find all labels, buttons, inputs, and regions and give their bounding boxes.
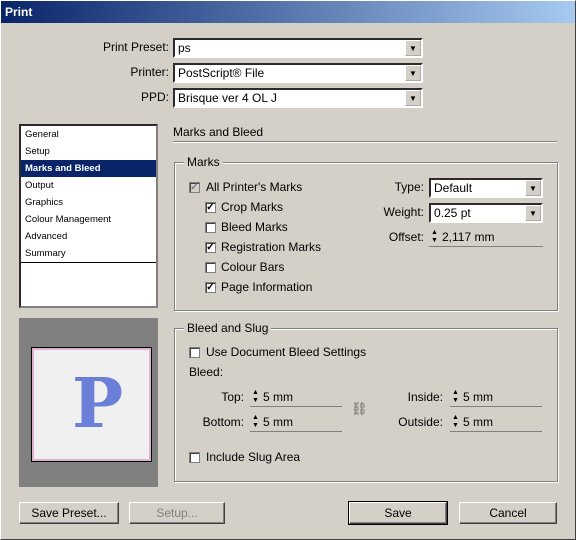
colour-bars-label: Colour Bars [221,260,285,274]
page-information-label: Page Information [221,280,313,294]
all-printers-marks-checkbox[interactable]: ✓ [189,182,200,193]
crop-marks-label: Crop Marks [221,200,284,214]
chevron-down-icon: ▼ [525,180,541,196]
inside-bleed-stepper[interactable]: ▲ ▼ 5 mm [450,387,542,407]
bottom-bleed-value: 5 mm [263,415,293,429]
chevron-down-icon: ▼ [405,65,421,81]
list-divider [21,262,156,263]
bottom-label: Bottom: [202,415,244,429]
colour-bars-checkbox[interactable] [205,262,216,273]
chain-link-icon[interactable]: ⛓ [351,401,368,417]
print-preset-value: ps [178,41,191,55]
printer-value: PostScript® File [178,66,265,80]
section-divider [173,141,557,143]
use-document-bleed-label: Use Document Bleed Settings [206,345,367,359]
type-label: Type: [394,180,424,194]
top-label: Top: [221,390,244,404]
chevron-down-icon: ▼ [525,205,541,221]
chevron-down-icon: ▼ [405,90,421,106]
include-slug-checkbox[interactable] [189,452,200,463]
sidebar-item-summary[interactable]: Summary [21,245,156,262]
sidebar-item-marks-and-bleed[interactable]: Marks and Bleed [21,160,156,177]
preview-page: P [31,347,152,462]
bleed-slug-group-title: Bleed and Slug [184,321,272,335]
sidebar-item-setup[interactable]: Setup [21,143,156,160]
registration-marks-checkbox[interactable]: ✓ [205,242,216,253]
outside-bleed-value: 5 mm [463,415,493,429]
type-value: Default [434,181,473,195]
save-preset-button[interactable]: Save Preset... [19,502,119,524]
printer-dropdown[interactable]: PostScript® File ▼ [173,63,423,83]
bottom-bleed-stepper[interactable]: ▲ ▼ 5 mm [250,412,342,432]
bleed-marks-checkbox[interactable] [205,222,216,233]
stepper-arrows-icon[interactable]: ▲ ▼ [429,229,440,245]
page-preview: P [19,318,158,487]
stepper-arrows-icon[interactable]: ▲ ▼ [450,389,461,405]
stepper-arrows-icon[interactable]: ▲ ▼ [250,414,261,430]
offset-value: 2,117 mm [442,230,495,244]
bleed-marks-label: Bleed Marks [221,220,288,234]
marks-group-title: Marks [184,155,223,169]
title-bar: Print [1,1,575,23]
ppd-dropdown[interactable]: Brisque ver 4 OL J ▼ [173,88,423,108]
setup-button[interactable]: Setup... [129,502,225,524]
weight-label: Weight: [383,205,424,219]
category-list[interactable]: General Setup Marks and Bleed Output Gra… [19,124,158,308]
offset-label: Offset: [388,230,424,244]
section-title: Marks and Bleed [173,125,264,139]
sidebar-item-output[interactable]: Output [21,177,156,194]
offset-stepper[interactable]: ▲ ▼ 2,117 mm [429,227,543,247]
cancel-button[interactable]: Cancel [459,502,557,524]
printer-label: Printer: [130,65,169,79]
stepper-arrows-icon[interactable]: ▲ ▼ [250,389,261,405]
sidebar-item-general[interactable]: General [21,126,156,143]
top-bleed-value: 5 mm [263,390,293,404]
window-title: Print [5,5,33,19]
preview-letter: P [72,364,124,444]
type-dropdown[interactable]: Default ▼ [429,178,543,198]
all-printers-marks-label: All Printer's Marks [206,180,303,194]
include-slug-label: Include Slug Area [206,450,301,464]
outside-bleed-stepper[interactable]: ▲ ▼ 5 mm [450,412,542,432]
top-bleed-stepper[interactable]: ▲ ▼ 5 mm [250,387,342,407]
weight-value: 0.25 pt [434,206,471,220]
chevron-down-icon: ▼ [405,40,421,56]
ppd-value: Brisque ver 4 OL J [178,91,277,105]
sidebar-item-graphics[interactable]: Graphics [21,194,156,211]
ppd-label: PPD: [140,90,169,104]
print-dialog: Print Print Preset: ps ▼ Printer: PostSc… [0,0,576,540]
outside-label: Outside: [398,415,443,429]
sidebar-item-colour-management[interactable]: Colour Management [21,211,156,228]
inside-label: Inside: [407,390,443,404]
sidebar-item-advanced[interactable]: Advanced [21,228,156,245]
weight-dropdown[interactable]: 0.25 pt ▼ [429,203,543,223]
stepper-arrows-icon[interactable]: ▲ ▼ [450,414,461,430]
print-preset-label: Print Preset: [102,40,169,54]
registration-marks-label: Registration Marks [221,240,322,254]
save-button[interactable]: Save [348,501,448,525]
use-document-bleed-checkbox[interactable] [189,347,200,358]
print-preset-dropdown[interactable]: ps ▼ [173,38,423,58]
bleed-label: Bleed: [189,365,224,379]
inside-bleed-value: 5 mm [463,390,493,404]
crop-marks-checkbox[interactable]: ✓ [205,202,216,213]
page-information-checkbox[interactable]: ✓ [205,282,216,293]
